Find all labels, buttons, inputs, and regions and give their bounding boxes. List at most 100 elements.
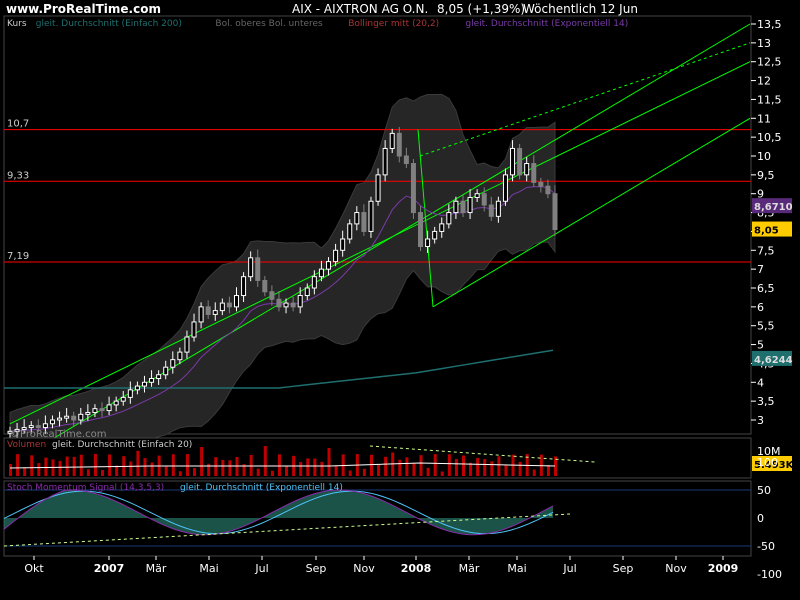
volume-bar [277,454,281,476]
candle-body [113,400,119,406]
y-tick-label: 7,5 [757,244,775,257]
candle-body [283,302,289,308]
stoch-y-tick: 0 [757,512,764,525]
volume-bar [419,455,423,476]
x-tick-label: 2007 [94,562,125,575]
candle-body [425,238,431,248]
legend-entry: gleit. Durchschnitt (Exponentiell 14) [465,19,628,29]
volume-bar [178,471,182,476]
volume-bar [263,446,267,476]
candle-body [389,132,395,149]
volume-bar [461,455,465,476]
volume-bar [483,459,487,476]
candle-body [354,212,360,225]
legend-entry: Bollinger mitt (20,2) [348,19,439,29]
volume-bar [398,459,402,476]
y-tick-label: 3 [757,414,764,427]
x-tick-label: Mär [146,562,167,575]
y-tick-label: 9,5 [757,169,775,182]
volume-bar [136,450,140,476]
volume-bar [65,456,69,476]
candle-body [297,295,303,308]
candle-body [502,174,508,202]
volume-bar [348,470,352,476]
candle-body [99,408,105,412]
candle-body [141,381,147,387]
volume-bar [37,463,41,476]
x-tick-label: 2008 [401,562,432,575]
volume-bar [306,458,310,476]
candle-body [262,279,268,293]
candle-body [184,336,190,353]
sma200-value-badge: 4,6244 [754,355,793,366]
volume-bar [454,458,458,476]
volume-bar [86,469,90,476]
volume-bar [285,466,289,476]
x-tick-label: Jul [254,562,268,575]
volume-bar [476,457,480,476]
volume-bar [171,454,175,476]
candle-body [460,200,466,214]
volume-bar [377,464,381,476]
candle-body [488,204,494,217]
legend-entry: gleit. Durchschnitt (Einfach 20) [52,440,192,450]
volume-bar [30,455,34,476]
candle-body [403,155,409,165]
y-tick-label: 3,5 [757,395,775,408]
y-tick-label: 11,5 [757,93,782,106]
volume-bar [334,466,338,476]
x-tick-label: Nov [665,562,687,575]
volume-bar [214,457,218,476]
candle-body [191,321,197,338]
volume-bar [200,447,204,476]
volume-bar [58,460,62,476]
volume-bar [497,456,501,476]
stoch-y-tick: 100 [757,456,778,469]
candle-body [64,415,70,419]
volume-bar [256,468,260,476]
support-level-label: 7,19 [7,251,29,262]
volume-bar [532,469,536,476]
y-tick-label: 5 [757,339,764,352]
candle-body [340,238,346,251]
candle-body [163,366,169,376]
candle-body [531,163,537,183]
volume-bar [369,454,373,476]
volume-bar [44,457,48,476]
y-tick-label: 5,5 [757,320,775,333]
y-tick-label: 13,5 [757,18,782,31]
candle-body [510,147,516,176]
candle-body [127,389,133,398]
candle-body [149,378,155,383]
stoch-y-tick: -50 [757,540,775,553]
candle-body [106,404,112,412]
candle-body [170,359,176,368]
volume-bar [469,462,473,476]
candle-body [219,302,225,312]
candle-body [410,163,416,214]
volume-bar [433,454,437,476]
y-tick-label: 4 [757,376,764,389]
candle-body [226,302,232,308]
candle-body [368,200,374,232]
candle-body [439,223,445,232]
candle-body [552,193,558,231]
volume-bar [546,465,550,476]
stock-chart[interactable]: 10,79,337,19 ©ProRealTime.com Kurs gleit.… [0,0,800,600]
support-level-label: 9,33 [7,170,29,181]
candle-body [28,425,34,429]
candle-body [78,413,84,421]
volume-bar [270,470,274,476]
candle-body [517,147,523,176]
y-tick-label: 6,5 [757,282,775,295]
legend-entry: gleit. Durchschnitt (Exponentiell 14) [180,483,343,493]
candle-body [35,425,41,429]
volume-bar [320,461,324,476]
y-tick-label: 12 [757,75,771,88]
candle-body [49,419,55,425]
candle-body [375,174,381,202]
candle-body [134,385,140,391]
volume-bar [490,461,494,476]
volume-bar [143,458,147,476]
candle-body [495,200,501,217]
